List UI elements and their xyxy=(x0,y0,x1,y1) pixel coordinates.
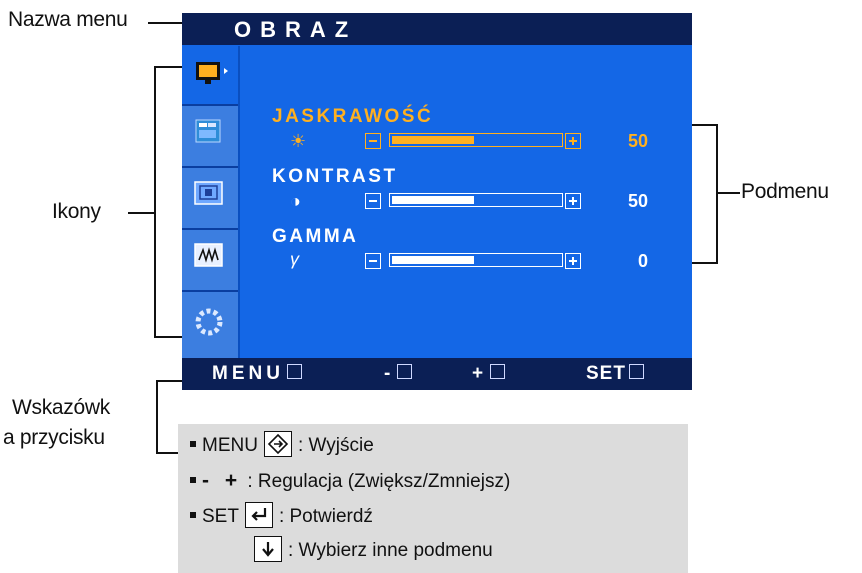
gamma-slider-fill xyxy=(392,256,474,264)
sun-icon: ☀ xyxy=(290,131,307,151)
osd-button-hint-bar: MENU - + SET xyxy=(182,358,692,390)
osd-plus-hint: + xyxy=(472,363,506,385)
contrast-slider[interactable] xyxy=(389,193,563,207)
picture-icon xyxy=(196,62,228,84)
brightness-plus-icon[interactable] xyxy=(565,133,581,149)
contrast-slider-fill xyxy=(392,196,474,204)
contrast-plus-icon[interactable] xyxy=(565,193,581,209)
osd-menu-hint: MENU xyxy=(212,363,302,385)
contrast-value: 50 xyxy=(627,191,648,211)
legend-adjust-text: : Regulacja (Zwiększ/Zmniejsz) xyxy=(247,471,511,492)
contrast-minus-icon[interactable] xyxy=(365,193,381,209)
right-arrow-key-icon xyxy=(490,364,506,380)
gamma-value: 0 xyxy=(637,251,648,271)
menu-name-callout: Nazwa menu xyxy=(8,8,128,31)
hints-callout-line1: Wskazówk xyxy=(12,396,110,419)
icon-column xyxy=(182,46,240,360)
legend-down-text: : Wybierz inne podmenu xyxy=(288,540,493,562)
gamma-slider[interactable] xyxy=(389,253,563,267)
tracking-icon xyxy=(194,243,223,267)
osd-plus-hint-label: + xyxy=(472,363,488,384)
submenu-gamma-label[interactable]: GAMMA xyxy=(272,226,358,248)
menu-tab-position[interactable] xyxy=(182,166,238,228)
osd-set-hint: SET xyxy=(586,363,644,385)
button-hint-legend: MENU : Wyjście - + : Regulacja (Zwiększ/Z… xyxy=(178,424,688,573)
icons-leader-line xyxy=(128,212,154,214)
submenu-brightness-label[interactable]: JASKRAWOŚĆ xyxy=(272,106,433,128)
hints-bracket xyxy=(156,380,158,454)
hints-callout-line2: a przycisku xyxy=(3,426,105,449)
submenu-leader-line xyxy=(718,192,740,194)
icons-callout: Ikony xyxy=(52,200,101,223)
menu-tab-picture[interactable] xyxy=(182,46,238,106)
icons-bracket-bottom xyxy=(154,336,182,338)
settings-icon xyxy=(195,308,223,336)
submenu-callout: Podmenu xyxy=(741,180,829,203)
position-icon xyxy=(194,181,223,205)
legend-row-set: SET : Potwierdź xyxy=(190,502,373,528)
brightness-value: 50 xyxy=(627,131,648,151)
legend-row-adjust: - + : Regulacja (Zwiększ/Zmniejsz) xyxy=(190,469,510,493)
exit-key-icon xyxy=(286,364,302,380)
contrast-icon: ◑ xyxy=(290,191,301,211)
submenu-bracket xyxy=(716,124,718,264)
osd-title: OBRAZ xyxy=(234,17,358,42)
down-arrow-key-icon xyxy=(628,364,644,380)
osd-minus-hint-label: - xyxy=(384,363,395,384)
menu-tab-tracking[interactable] xyxy=(182,228,238,290)
bullet-icon xyxy=(190,441,196,447)
legend-menu-key: MENU xyxy=(202,435,258,457)
menu-tab-settings[interactable] xyxy=(182,290,238,360)
menu-tab-color[interactable] xyxy=(182,104,238,166)
legend-set-key: SET xyxy=(202,506,239,528)
brightness-minus-icon[interactable] xyxy=(365,133,381,149)
icons-bracket-top xyxy=(154,66,182,68)
icons-bracket xyxy=(154,66,156,338)
menu-name-leader-line xyxy=(148,22,182,24)
gamma-plus-icon[interactable] xyxy=(565,253,581,269)
osd-title-bar: OBRAZ xyxy=(182,13,692,45)
osd-menu-hint-label: MENU xyxy=(212,363,284,384)
bullet-icon xyxy=(190,512,196,518)
color-icon xyxy=(195,119,221,143)
gamma-minus-icon[interactable] xyxy=(365,253,381,269)
osd-set-hint-label: SET xyxy=(586,363,626,384)
enter-key-icon xyxy=(244,502,273,528)
legend-row-menu: MENU : Wyjście xyxy=(190,431,374,457)
legend-menu-text: : Wyjście xyxy=(297,435,374,457)
exit-key-icon xyxy=(263,431,292,457)
osd-minus-hint: - xyxy=(384,363,413,385)
gamma-icon: γ xyxy=(290,249,299,269)
down-arrow-key-icon xyxy=(254,536,282,562)
left-arrow-key-icon xyxy=(397,364,413,380)
submenu-contrast-label[interactable]: KONTRAST xyxy=(272,166,398,188)
legend-adjust-key: - + xyxy=(202,469,243,492)
brightness-slider-fill xyxy=(392,136,474,144)
bullet-icon xyxy=(190,476,196,483)
hints-bracket-top xyxy=(156,380,182,382)
brightness-slider[interactable] xyxy=(389,133,563,147)
hints-bracket-bottom xyxy=(156,452,178,454)
osd-menu-panel: OBRAZ JASKRAWOŚĆ ☀ 50 KONTRAST ◑ 50 GAMM… xyxy=(182,13,692,390)
legend-row-down: : Wybierz inne podmenu xyxy=(248,536,493,562)
legend-set-text: : Potwierdź xyxy=(278,506,373,528)
